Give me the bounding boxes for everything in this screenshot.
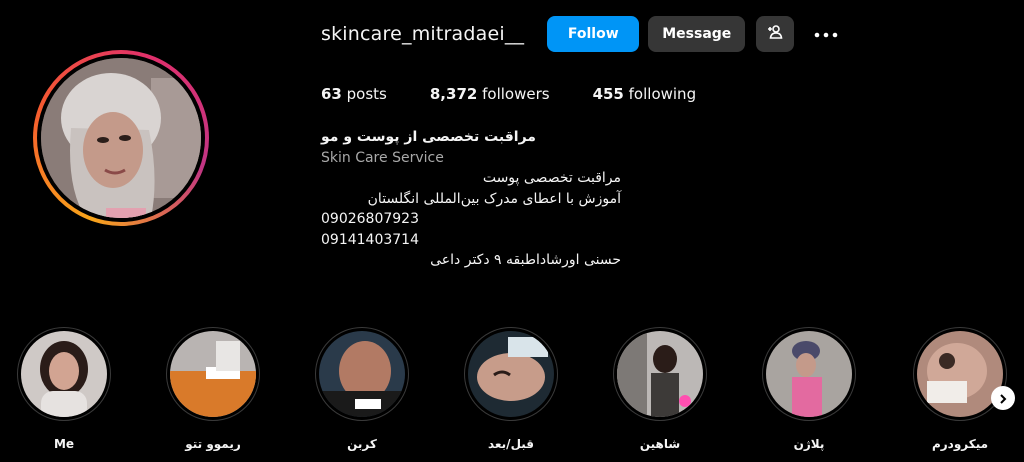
avatar[interactable] [41, 58, 201, 218]
highlight-cover [21, 331, 107, 417]
message-button[interactable]: Message [648, 16, 746, 52]
posts-count: 63 [321, 85, 342, 103]
highlight-label: قبل/بعد [487, 437, 535, 451]
bio-address: حسنی اورشاداطبقه ۹ دکتر داعی [430, 252, 621, 268]
highlight-me[interactable]: Me [14, 327, 114, 451]
followers-count: 8,372 [429, 85, 478, 103]
highlight-label: کربن [347, 437, 377, 451]
more-options-button[interactable] [810, 16, 842, 52]
highlight-cover [917, 331, 1003, 417]
highlight-label: Me [53, 437, 75, 451]
avatar-gap [37, 54, 205, 222]
profile-full-name: مراقبت تخصصی از پوست و مو [321, 129, 536, 145]
followers-stat[interactable]: 8,372 followers [430, 85, 550, 103]
highlight-ring [17, 327, 111, 421]
highlight-carbon[interactable]: کربن [312, 327, 412, 451]
following-label: following [628, 85, 697, 103]
highlights-next-button[interactable] [991, 386, 1015, 410]
highlight-plasma[interactable]: پلاژن [759, 327, 859, 451]
story-highlights: Me ریموو تتو کربن قبل/بعد شاهین پلاژن می… [0, 327, 1024, 462]
profile-category: Skin Care Service [321, 149, 444, 166]
profile-avatar-story-ring[interactable] [33, 50, 209, 226]
highlight-before-after[interactable]: قبل/بعد [461, 327, 561, 451]
highlight-ring [913, 327, 1007, 421]
highlight-ring [613, 327, 707, 421]
profile-header: skincare_mitradaei__ Follow Message [321, 14, 842, 54]
highlight-ring [762, 327, 856, 421]
highlight-label: شاهین [639, 437, 681, 451]
highlight-cover [766, 331, 852, 417]
highlight-cover [170, 331, 256, 417]
profile-stats: 63 posts 8,372 followers 455 following [321, 85, 739, 103]
more-horizontal-icon [814, 26, 838, 42]
highlight-ring [315, 327, 409, 421]
highlight-shahin[interactable]: شاهین [610, 327, 710, 451]
highlight-cover [617, 331, 703, 417]
highlight-tattoo-removal[interactable]: ریموو تتو [163, 327, 263, 451]
bio-phone: 09141403714 [321, 231, 419, 248]
followers-label: followers [482, 85, 550, 103]
follow-button[interactable]: Follow [547, 16, 640, 52]
highlight-cover [468, 331, 554, 417]
add-person-icon [767, 24, 783, 44]
suggested-accounts-button[interactable] [756, 16, 795, 52]
following-stat[interactable]: 455 following [593, 85, 697, 103]
highlight-cover [319, 331, 405, 417]
highlight-label: میکرودرم [931, 437, 989, 451]
highlight-label: پلاژن [793, 437, 825, 451]
highlight-ring [464, 327, 558, 421]
username: skincare_mitradaei__ [321, 23, 525, 45]
bio-line: آموزش با اعطای مدرک بین‌المللی انگلستان [367, 190, 621, 207]
bio-phone: 09026807923 [321, 211, 419, 227]
profile-bio: مراقبت تخصصی از پوست و مو Skin Care Serv… [321, 127, 621, 271]
posts-label: posts [346, 85, 387, 103]
bio-line: مراقبت تخصصی پوست [482, 170, 621, 186]
following-count: 455 [592, 85, 624, 103]
highlight-label: ریموو تتو [185, 437, 241, 451]
chevron-right-icon [998, 389, 1008, 408]
highlight-ring [166, 327, 260, 421]
posts-stat: 63 posts [321, 85, 387, 103]
